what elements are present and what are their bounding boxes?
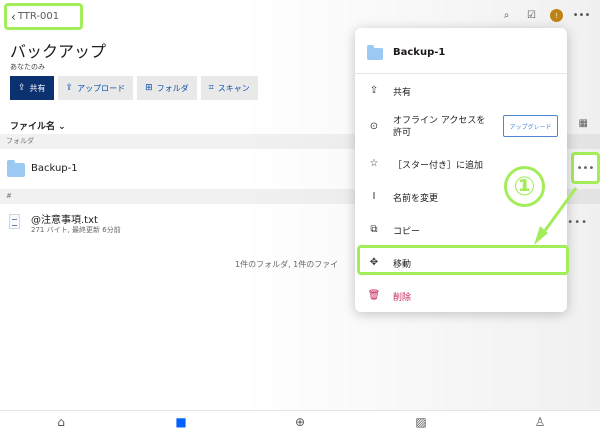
upload-label: アップロード <box>77 83 126 93</box>
grid-view-icon[interactable]: ▦ <box>579 118 588 129</box>
share-label: 共有 <box>29 83 46 93</box>
star-icon: ☆ <box>369 158 379 169</box>
step-number-badge: ① <box>504 166 545 207</box>
file-name[interactable]: @注意事項.txt <box>31 211 98 226</box>
item-count: 1件のフォルダ, 1件のファイ <box>235 260 339 269</box>
share-button[interactable]: ⇪ 共有 <box>10 76 54 100</box>
upload-icon: ⇪ <box>65 83 74 93</box>
move-highlight <box>357 245 569 275</box>
add-icon[interactable]: ⊕ <box>291 414 309 430</box>
menu-item-label: コピー <box>393 227 421 237</box>
folder-plus-icon: ⊞ <box>145 83 153 93</box>
new-folder-label: フォルダ <box>156 83 189 93</box>
sort-label: ファイル名 <box>10 122 56 132</box>
share-icon: ⇪ <box>18 83 26 93</box>
back-button[interactable]: ‹ TTR-001 <box>4 3 83 30</box>
menu-item-label: ［スター付き］に追加 <box>393 161 484 171</box>
file-meta: 271 バイト, 最終更新 6分前 <box>31 226 121 234</box>
photos-icon[interactable]: ▨ <box>412 414 430 430</box>
upload-button[interactable]: ⇪ アップロード <box>57 76 134 100</box>
upgrade-button[interactable]: アップグレード <box>503 115 558 137</box>
context-menu-header: Backup-1 <box>355 28 567 74</box>
context-menu-title: Backup-1 <box>393 47 446 58</box>
folder-icon <box>367 45 383 60</box>
notification-icon[interactable]: ! <box>550 9 563 22</box>
trash-icon: 🗑 <box>367 290 381 301</box>
menu-item-label: 名前を変更 <box>393 194 439 204</box>
back-label: TTR-001 <box>17 11 60 22</box>
chevron-left-icon: ‹ <box>11 9 16 24</box>
menu-item-label: 共有 <box>393 88 412 98</box>
action-bar: ⇪ 共有 ⇪ アップロード ⊞ フォルダ ⌗ スキャン <box>10 76 258 100</box>
page-subtitle: あなたのみ <box>10 63 45 71</box>
new-folder-button[interactable]: ⊞ フォルダ <box>137 76 197 100</box>
folder-name: Backup-1 <box>31 163 78 174</box>
menu-item-label: 削除 <box>393 293 412 303</box>
menu-item-delete[interactable]: 🗑 削除 <box>355 280 567 313</box>
copy-icon: ⧉ <box>370 224 378 235</box>
offline-icon: ⊙ <box>369 121 379 132</box>
rename-icon: I <box>372 191 376 202</box>
menu-item-label: オフライン アクセスを許可 <box>393 116 486 138</box>
folder-icon <box>7 160 25 177</box>
search-icon[interactable]: ⌕ <box>500 9 513 22</box>
files-icon[interactable]: ■ <box>172 414 190 430</box>
menu-item-copy[interactable]: ⧉ コピー <box>355 214 567 247</box>
home-icon[interactable]: ⌂ <box>52 414 70 430</box>
tab-bar: ⌂ ■ ⊕ ▨ ♙ <box>0 410 600 433</box>
menu-item-share[interactable]: ⇪ 共有 <box>355 74 567 107</box>
page-title: バックアップ <box>10 42 107 61</box>
folder-more-button[interactable]: ••• <box>571 152 600 184</box>
account-icon[interactable]: ♙ <box>531 414 549 430</box>
more-icon[interactable]: ••• <box>573 9 591 22</box>
checklist-icon[interactable]: ☑ <box>525 9 538 22</box>
scan-button[interactable]: ⌗ スキャン <box>200 76 258 100</box>
text-file-icon <box>9 214 20 229</box>
sort-selector[interactable]: ファイル名 ⌄ <box>10 119 66 132</box>
scan-label: スキャン <box>217 83 250 93</box>
share-icon: ⇪ <box>369 85 379 96</box>
top-icons: ⌕ ☑ ! ••• <box>500 9 591 22</box>
file-more-icon[interactable]: ••• <box>567 217 588 228</box>
chevron-down-icon: ⌄ <box>58 122 66 132</box>
scan-icon: ⌗ <box>208 83 214 93</box>
